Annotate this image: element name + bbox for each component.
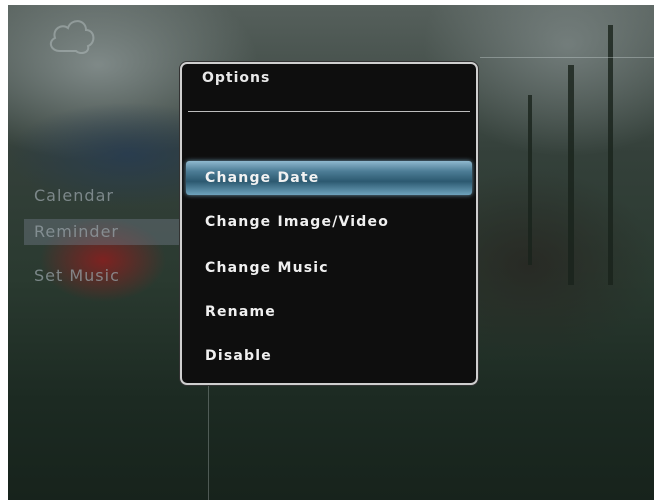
top-divider (480, 57, 654, 58)
option-change-date[interactable]: Change Date (186, 161, 472, 195)
option-change-music[interactable]: Change Music (186, 251, 472, 285)
background-tree (608, 25, 613, 285)
option-change-image-video[interactable]: Change Image/Video (186, 205, 472, 239)
left-menu: Calendar Reminder Set Music (24, 177, 196, 297)
menu-item-set-music[interactable]: Set Music (24, 257, 196, 297)
dialog-separator (188, 111, 470, 112)
option-disable[interactable]: Disable (186, 339, 472, 373)
background-tree (568, 65, 574, 285)
vertical-divider (208, 380, 209, 500)
menu-item-reminder[interactable]: Reminder (24, 219, 196, 245)
cloud-icon (49, 20, 95, 55)
background-tree (528, 95, 532, 265)
options-dialog: Options Change Date Change Image/Video C… (180, 62, 478, 385)
dialog-title: Options (202, 70, 271, 86)
menu-item-calendar[interactable]: Calendar (24, 177, 196, 217)
option-rename[interactable]: Rename (186, 295, 472, 329)
